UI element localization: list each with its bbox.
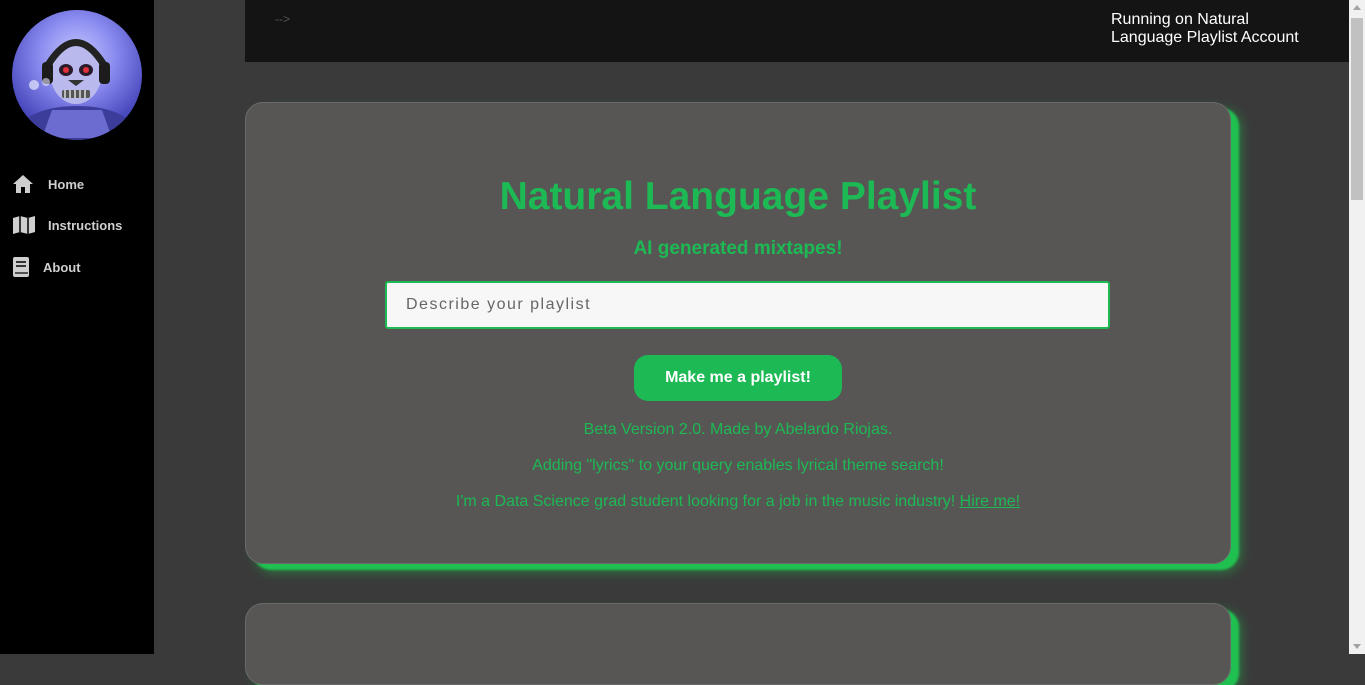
map-icon	[12, 215, 48, 235]
page-subtitle: AI generated mixtapes!	[633, 238, 843, 259]
sidebar: Home Instructions About	[0, 0, 154, 654]
book-icon	[12, 256, 43, 278]
hire-me-text: I'm a Data Science grad student looking …	[455, 493, 956, 510]
scroll-down-arrow-icon[interactable]	[1353, 644, 1361, 649]
scrollbar-thumb[interactable]	[1351, 18, 1363, 200]
account-status: Running on Natural Language Playlist Acc…	[1111, 11, 1299, 46]
top-bar-arrow-text: -->	[275, 12, 290, 26]
vertical-scrollbar[interactable]	[1349, 0, 1365, 654]
playlist-card: Natural Language Playlist AI generated m…	[245, 102, 1231, 564]
playlist-description-input[interactable]	[385, 281, 1110, 329]
sidebar-item-instructions[interactable]: Instructions	[12, 215, 122, 235]
sidebar-item-label: About	[43, 259, 81, 275]
version-text: Beta Version 2.0. Made by Abelardo Rioja…	[583, 421, 893, 438]
scroll-up-arrow-icon[interactable]	[1353, 5, 1361, 10]
hire-me-link[interactable]: Hire me!	[960, 493, 1020, 510]
hire-me-line: I'm a Data Science grad student looking …	[246, 493, 1230, 511]
sidebar-item-about[interactable]: About	[12, 256, 81, 278]
avatar-robot-image	[12, 10, 142, 140]
make-playlist-button[interactable]: Make me a playlist!	[634, 355, 842, 401]
sidebar-item-label: Home	[48, 176, 85, 192]
page-title: Natural Language Playlist	[499, 175, 977, 218]
home-icon	[12, 174, 48, 194]
lyrics-tip-text: Adding "lyrics" to your query enables ly…	[532, 457, 944, 474]
secondary-card	[245, 603, 1231, 685]
sidebar-item-home[interactable]: Home	[12, 174, 84, 194]
top-bar: --> Running on Natural Language Playlist…	[245, 0, 1349, 62]
sidebar-item-label: Instructions	[48, 217, 123, 233]
